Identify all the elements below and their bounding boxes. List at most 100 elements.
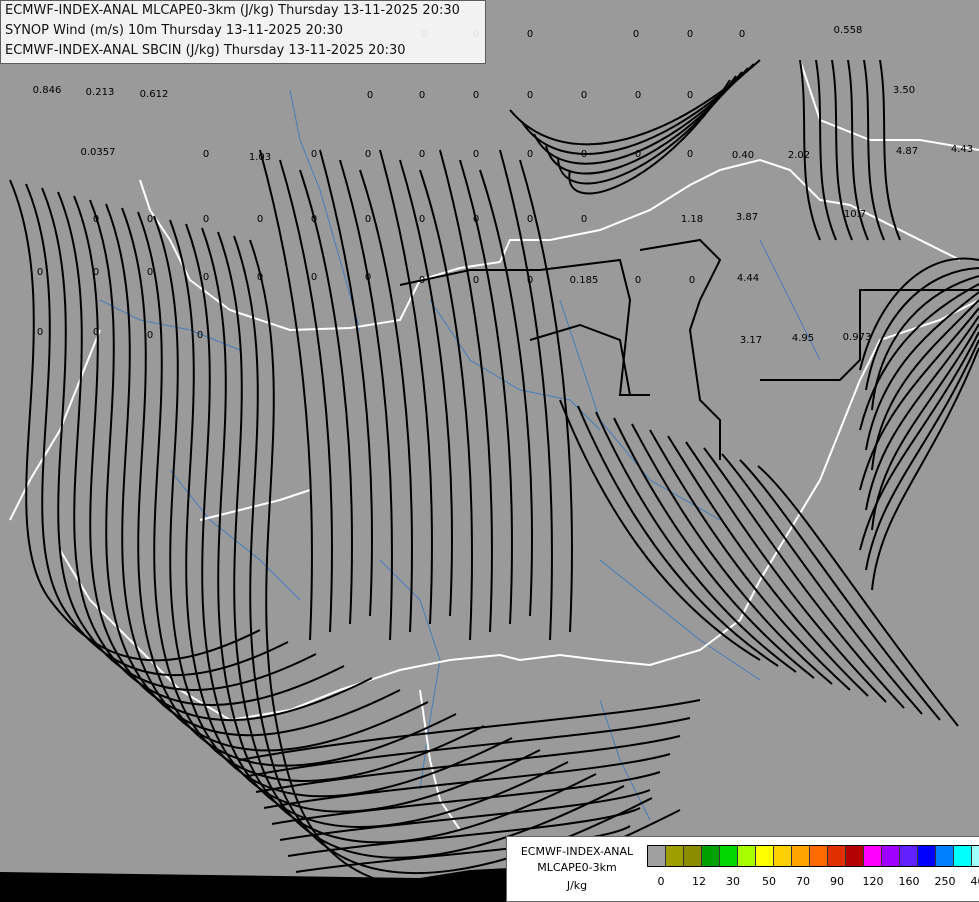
map-value-label: 0 — [527, 90, 533, 101]
map-value-label: 0 — [581, 149, 587, 160]
legend-title: ECMWF-INDEX-ANAL — [511, 845, 643, 858]
map-value-label: 4.43 — [951, 144, 973, 155]
legend-swatch — [792, 846, 810, 866]
legend-tick-label: 0 — [658, 875, 665, 888]
legend-swatch — [720, 846, 738, 866]
map-value-label: 0 — [147, 267, 153, 278]
legend-tick-label: 120 — [863, 875, 884, 888]
map-value-label: 0 — [635, 275, 641, 286]
map-value-label: 0 — [147, 330, 153, 341]
map-value-label: 0 — [687, 90, 693, 101]
legend-swatch — [864, 846, 882, 866]
legend-swatch — [648, 846, 666, 866]
legend-swatch — [810, 846, 828, 866]
map-value-label: 0 — [581, 90, 587, 101]
map-value-label: 0 — [197, 330, 203, 341]
map-value-label: 0 — [311, 214, 317, 225]
map-value-label: 0 — [689, 275, 695, 286]
map-value-label: 0 — [37, 267, 43, 278]
legend-swatch — [972, 846, 979, 866]
map-value-label: 0.846 — [33, 85, 62, 96]
legend-tick-label: 400 — [971, 875, 979, 888]
map-value-label: 1.18 — [681, 214, 703, 225]
legend-swatch — [882, 846, 900, 866]
legend-tick-label: 160 — [899, 875, 920, 888]
map-value-label: 0 — [365, 214, 371, 225]
map-value-label: 0 — [203, 214, 209, 225]
map-value-label: 0.973 — [843, 332, 872, 343]
map-value-label: 4.95 — [792, 333, 814, 344]
map-value-label: 0.40 — [732, 150, 754, 161]
legend-unit: J/kg — [511, 879, 643, 892]
map-value-label: 0 — [527, 149, 533, 160]
map-value-label: 0.0357 — [81, 147, 116, 158]
map-value-label: 0.612 — [140, 89, 169, 100]
map-value-label: 0.558 — [834, 25, 863, 36]
legend-tick-label: 70 — [796, 875, 810, 888]
map-value-label: 4.87 — [896, 146, 918, 157]
map-value-label: 0 — [687, 149, 693, 160]
map-value-label: 0 — [419, 275, 425, 286]
legend-tick-label: 50 — [762, 875, 776, 888]
legend-swatch — [846, 846, 864, 866]
map-value-label: 0 — [419, 149, 425, 160]
map-value-label: 0 — [635, 90, 641, 101]
map-value-label: 0 — [473, 214, 479, 225]
legend-swatch — [684, 846, 702, 866]
legend-swatch — [936, 846, 954, 866]
map-value-label: 0 — [473, 90, 479, 101]
map-value-label: 0 — [37, 327, 43, 338]
map-value-label: 0 — [257, 214, 263, 225]
map-value-label: 0 — [527, 214, 533, 225]
legend: ECMWF-INDEX-ANAL MLCAPE0-3km J/kg 012305… — [506, 836, 979, 902]
legend-subtitle: MLCAPE0-3km — [511, 861, 643, 874]
map-value-label: 4.44 — [737, 273, 759, 284]
legend-swatch — [918, 846, 936, 866]
map-value-label: 0 — [419, 90, 425, 101]
legend-swatch — [900, 846, 918, 866]
map-value-label: 0 — [473, 275, 479, 286]
title-line-1: ECMWF-INDEX-ANAL MLCAPE0-3km (J/kg) Thur… — [5, 3, 460, 18]
legend-swatch — [954, 846, 972, 866]
map-value-label: 1.03 — [249, 152, 271, 163]
map-value-label: 0 — [633, 29, 639, 40]
map-value-label: 0 — [527, 275, 533, 286]
legend-color-bar — [647, 845, 979, 867]
legend-swatch — [702, 846, 720, 866]
map-value-label: 0 — [203, 272, 209, 283]
map-value-label: 0 — [147, 214, 153, 225]
map-value-label: 10.7 — [844, 209, 866, 220]
legend-tick-label: 90 — [830, 875, 844, 888]
map-value-label: 0 — [419, 214, 425, 225]
map-value-label: 0 — [365, 149, 371, 160]
map-value-label: 3.87 — [736, 212, 758, 223]
map-value-label: 0 — [311, 272, 317, 283]
map-value-label: 0 — [687, 29, 693, 40]
legend-tick-label: 250 — [935, 875, 956, 888]
title-line-3: ECMWF-INDEX-ANAL SBCIN (J/kg) Thursday 1… — [5, 43, 406, 58]
map-value-label: 0 — [93, 327, 99, 338]
legend-swatch — [774, 846, 792, 866]
map-value-label: 0 — [473, 149, 479, 160]
legend-swatch — [666, 846, 684, 866]
map-value-label: 0 — [93, 214, 99, 225]
map-value-label: 0 — [203, 149, 209, 160]
map-value-label: 0 — [739, 29, 745, 40]
map-value-label: 0 — [581, 214, 587, 225]
map-value-label: 0 — [257, 272, 263, 283]
map-value-label: 2.02 — [788, 150, 810, 161]
legend-swatch — [756, 846, 774, 866]
map-value-label: 0 — [365, 272, 371, 283]
legend-swatch — [738, 846, 756, 866]
weather-map: 0.8460.2130.6120.03571.030.5583.504.874.… — [0, 0, 979, 900]
title-box: ECMWF-INDEX-ANAL MLCAPE0-3km (J/kg) Thur… — [0, 0, 486, 64]
title-line-2: SYNOP Wind (m/s) 10m Thursday 13-11-2025… — [5, 23, 343, 38]
map-value-label: 3.50 — [893, 85, 915, 96]
map-value-label: 0 — [635, 149, 641, 160]
map-value-label: 0 — [93, 267, 99, 278]
map-value-label: 0 — [311, 149, 317, 160]
map-value-label: 0 — [527, 29, 533, 40]
legend-swatch — [828, 846, 846, 866]
map-value-label: 0.185 — [570, 275, 599, 286]
legend-tick-label: 12 — [692, 875, 706, 888]
